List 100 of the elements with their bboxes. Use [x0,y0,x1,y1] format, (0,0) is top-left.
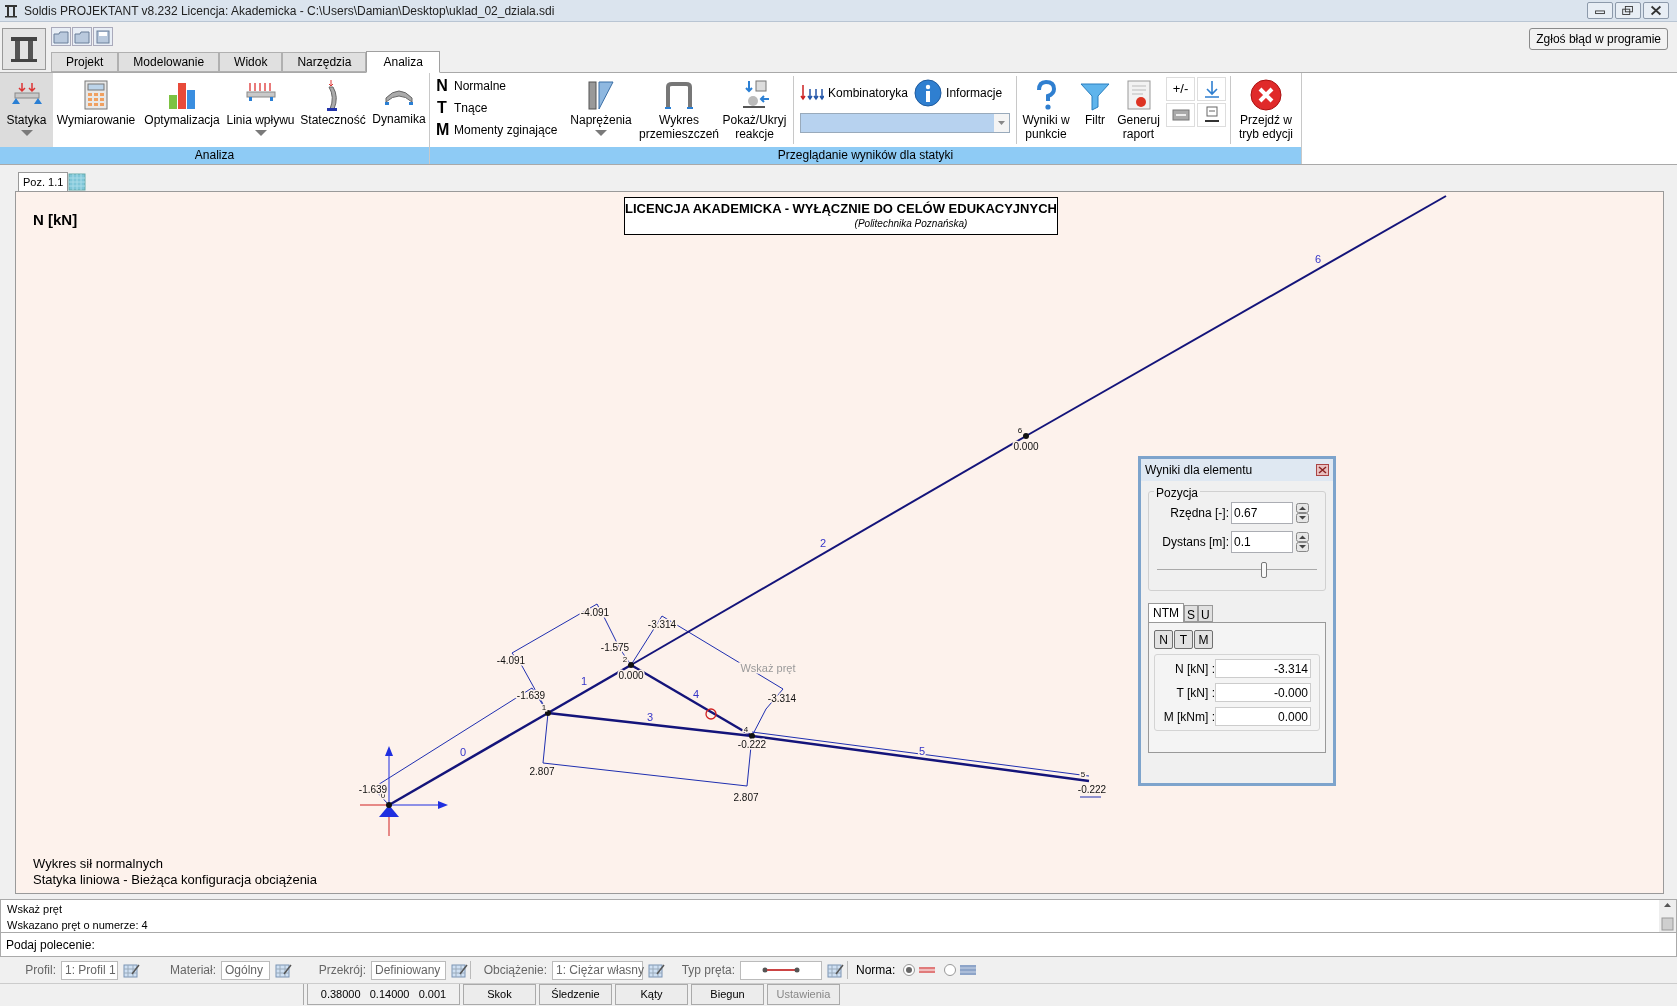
folder-icon [53,29,69,44]
ribbon-button[interactable]: Optymalizacja [139,73,225,147]
coordinates-readout: 0.38000 0.14000 0.001 [307,984,460,1005]
edit-table-icon [275,962,292,978]
panel-tab[interactable]: U [1198,605,1213,622]
stress-diagram-icon [585,79,617,111]
ribbon-button[interactable]: Generuj raport [1115,73,1162,147]
close-button[interactable] [1316,464,1329,476]
node-dot[interactable] [545,710,551,716]
radio-button[interactable] [903,964,916,976]
property-field[interactable]: Ogólny [221,960,270,980]
status-toggle-button[interactable]: Biegun [691,984,764,1005]
panel-tab[interactable]: NTM [1148,603,1184,622]
ribbon-tab[interactable]: Widok [219,52,283,72]
info-icon [914,79,943,107]
node-dot[interactable] [749,733,755,739]
force-button[interactable]: T [1174,630,1193,649]
value-label: 0.000 [618,670,644,681]
command-input[interactable]: Podaj polecenie: [0,933,1677,957]
property-label: Obciążenie: [482,962,547,979]
x-circle-icon [1250,79,1282,111]
node-number: 2 [622,655,628,664]
message-line: Wskazano pręt o numerze: 4 [7,918,149,933]
member-number: 6 [1314,253,1322,265]
value-label: 2.807 [733,792,759,803]
node-dot[interactable] [386,802,392,808]
application-button[interactable] [2,28,46,70]
node-number: 1 [541,703,547,712]
spinner-arrows-icon [1296,503,1309,523]
member-type-field[interactable] [740,960,822,980]
number-input[interactable]: 0.67 [1231,502,1293,524]
ribbon-button[interactable]: Filtr [1075,73,1115,147]
ribbon-button[interactable]: Dynamika [370,73,428,147]
ribbon-tab[interactable]: Analiza [366,51,440,73]
status-toggle-button[interactable]: Skok [463,984,536,1005]
app-icon [4,3,18,18]
ribbon-button[interactable]: Wyniki w punkcie [1017,73,1075,147]
window-title: Soldis PROJEKTANT v8.232 Licencja: Akademicka - C:\Users\Damian\Desktop\uklad_02_dziala.sdi [24,2,555,20]
ribbon-button[interactable]: Wymiarowanie [53,73,139,147]
force-type-button[interactable]: T Tnące [436,98,560,117]
beam-frame-icon [9,34,39,64]
scrollbar-icon [1659,900,1676,932]
radio-button[interactable] [944,964,957,976]
member-number: 2 [819,537,827,549]
result-field[interactable]: 0.000 [1215,707,1311,726]
status-toggle-button[interactable]: Kąty [615,984,688,1005]
edit-table-icon [827,962,844,978]
dialog-title: Wyniki dla elementu [1145,462,1253,479]
column-icon [326,79,340,111]
numbering-button[interactable] [1197,103,1226,127]
edit-table-icon [648,962,665,978]
result-field[interactable]: -3.314 [1215,659,1311,678]
quick-access-button[interactable] [93,27,113,46]
report-bug-button[interactable]: Zgłoś błąd w programie [1529,27,1668,50]
node-dot[interactable] [1023,433,1029,439]
result-label: T [kN] : [1175,684,1215,702]
node-dot[interactable] [628,662,634,668]
property-field[interactable]: 1: Profil 1 [61,960,118,980]
institution-text: (Politechnika Poznańska) [853,217,968,230]
ribbon-tab[interactable]: Narzędzia [282,52,367,72]
ribbon-button[interactable]: Statyka [0,73,53,147]
result-field[interactable]: -0.000 [1215,683,1311,702]
slider-thumb[interactable] [1261,562,1268,578]
group-label: Przeglądanie wyników dla statyki [430,147,1301,164]
information-button[interactable]: Informacje [914,79,1003,107]
ribbon-tab[interactable]: Modelowanie [118,52,220,72]
value-label: -3.314 [767,693,797,704]
caption-text: Wykres sił normalnych [33,855,163,873]
property-field[interactable]: 1: Ciężar własny [552,960,643,980]
frame-icon [663,79,695,111]
document-tab[interactable]: Poz. 1.1 [18,172,69,191]
close-button[interactable] [1643,2,1669,19]
property-field[interactable]: Definiowany [371,960,446,980]
restore-button[interactable] [1615,2,1641,19]
combinatorics-button[interactable]: Kombinatoryka [800,79,909,107]
force-type-button[interactable]: M Momenty zginające [436,120,560,139]
sign-toggle-button[interactable]: +/- [1166,77,1195,101]
value-label: -3.314 [647,619,677,630]
ribbon-button[interactable]: Stateczność [296,73,370,147]
group-label: Analiza [0,147,429,164]
panel-tab[interactable]: S [1184,605,1198,622]
number-input[interactable]: 0.1 [1231,531,1293,553]
message-line: Wskaż pręt [7,902,63,917]
edit-table-icon [123,962,140,978]
label-box-icon [1171,109,1190,121]
member-number: 1 [580,675,588,687]
minimize-button[interactable] [1587,2,1613,19]
force-button[interactable]: N [1154,630,1173,649]
field-label: Rzędna [-]: [1169,505,1230,522]
force-button[interactable]: M [1194,630,1213,649]
ribbon-button[interactable]: Linia wpływu [225,73,296,147]
node-number: 6 [1017,426,1023,435]
position-slider[interactable] [1157,562,1317,578]
member-number: 0 [459,746,467,758]
ribbon-button[interactable]: Przejdź w tryb edycji [1231,73,1301,147]
force-type-button[interactable]: N Normalne [436,76,560,95]
node-number: 5 [1080,770,1086,779]
number-tag-icon [1202,106,1221,124]
status-toggle-button[interactable]: Śledzenie [539,984,612,1005]
ribbon-tab[interactable]: Projekt [51,52,119,72]
